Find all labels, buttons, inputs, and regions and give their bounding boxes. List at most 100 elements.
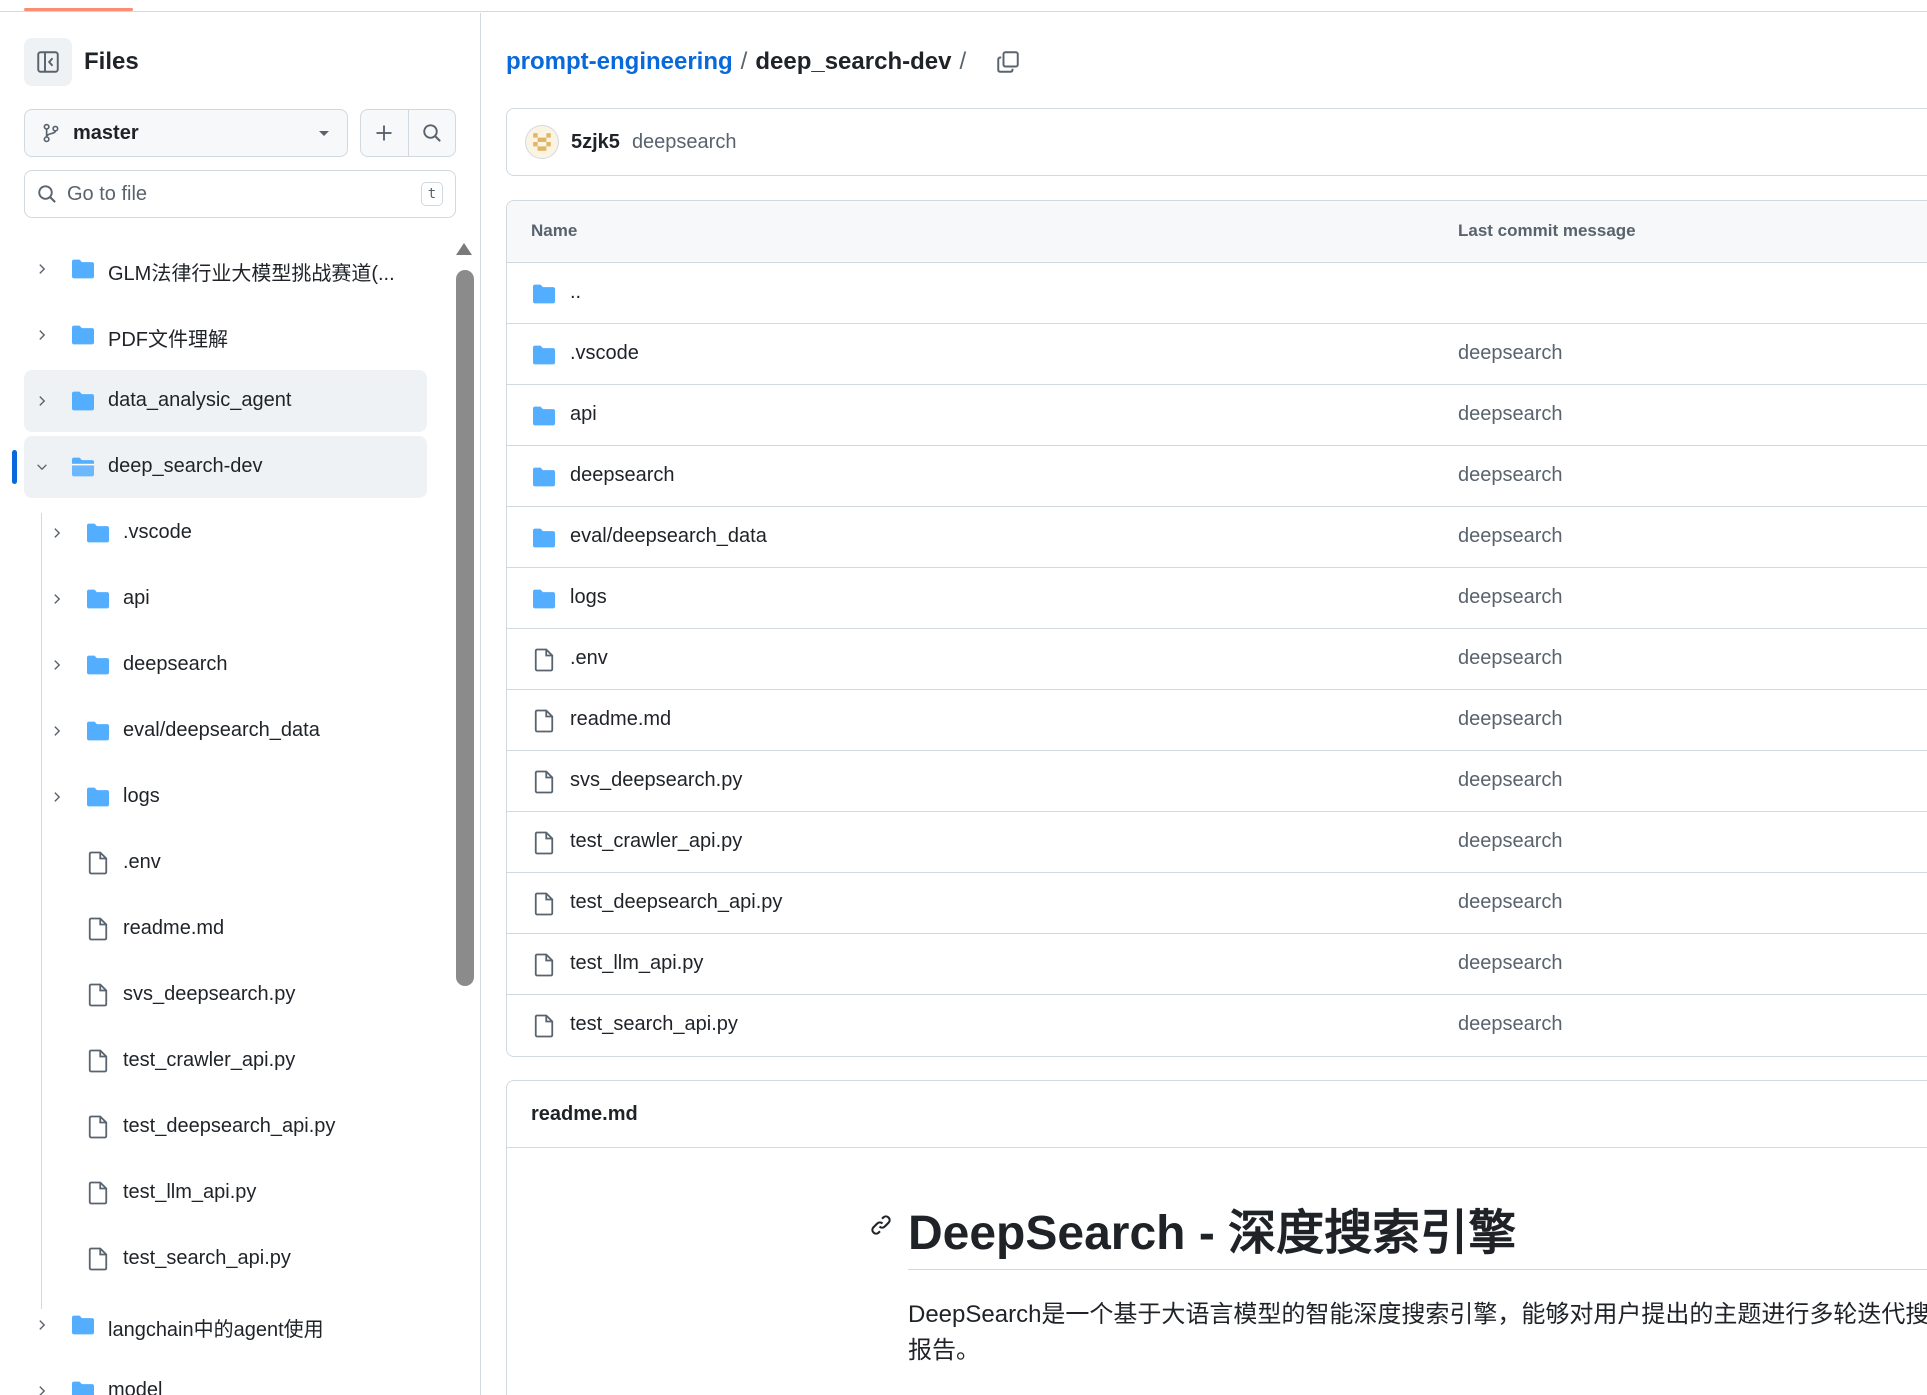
table-row[interactable]: deepsearch deepsearch — [507, 446, 1927, 507]
search-button[interactable] — [409, 110, 456, 156]
chevron-right-icon[interactable] — [34, 1317, 50, 1333]
table-row[interactable]: eval/deepsearch_data deepsearch — [507, 507, 1927, 568]
tree-item[interactable]: langchain中的agent使用 — [0, 1292, 440, 1358]
commit-message-link[interactable]: deepsearch — [1458, 952, 1563, 975]
file-table: Name Last commit message .. .vscode deepse… — [506, 200, 1927, 1057]
branch-selector[interactable]: master — [24, 109, 348, 157]
file-icon — [85, 1247, 111, 1271]
tree-item[interactable]: .env — [0, 830, 440, 896]
tree-item-label: test_llm_api.py — [123, 1181, 257, 1203]
copy-path-button[interactable] — [996, 50, 1020, 74]
tree-item-label: readme.md — [123, 917, 225, 939]
tree-item[interactable]: logs — [0, 764, 440, 830]
commit-message-link[interactable]: deepsearch — [1458, 525, 1563, 548]
file-name-link[interactable]: test_search_api.py — [570, 1013, 738, 1036]
file-name-link[interactable]: test_deepsearch_api.py — [570, 891, 782, 914]
search-icon — [38, 185, 56, 203]
commit-author[interactable]: 5zjk5 — [571, 131, 620, 154]
table-row[interactable]: api deepsearch — [507, 385, 1927, 446]
chevron-right-icon[interactable] — [34, 261, 50, 277]
chevron-down-icon[interactable] — [34, 459, 50, 475]
commit-message-link[interactable]: deepsearch — [1458, 403, 1563, 426]
avatar[interactable] — [525, 125, 559, 159]
tree-item[interactable]: eval/deepsearch_data — [0, 698, 440, 764]
tree-item[interactable]: readme.md — [0, 896, 440, 962]
commit-message-link[interactable]: deepsearch — [1458, 891, 1563, 914]
file-name-link[interactable]: test_crawler_api.py — [570, 830, 742, 853]
chevron-right-icon[interactable] — [49, 591, 65, 607]
table-row[interactable]: test_deepsearch_api.py deepsearch — [507, 873, 1927, 934]
tree-item[interactable]: .vscode — [0, 500, 440, 566]
add-file-button[interactable] — [361, 110, 409, 156]
chevron-right-icon[interactable] — [34, 1383, 50, 1395]
tree-item-label: deep_search-dev — [108, 455, 263, 477]
readme-paragraph: DeepSearch是一个基于大语言模型的智能深度搜索引擎，能够对用户提出的主题… — [908, 1297, 1927, 1369]
go-to-file-input[interactable] — [67, 182, 421, 206]
tree-item[interactable]: test_llm_api.py — [0, 1160, 440, 1226]
tree-item[interactable]: PDF文件理解 — [0, 302, 440, 368]
tree-indent-guide — [41, 513, 42, 1309]
commit-message-link[interactable]: deepsearch — [1458, 830, 1563, 853]
file-name-link[interactable]: deepsearch — [570, 464, 675, 487]
file-name-link[interactable]: test_llm_api.py — [570, 952, 703, 975]
tree-item[interactable]: GLM法律行业大模型挑战赛道(... — [0, 236, 440, 302]
chevron-right-icon[interactable] — [34, 393, 50, 409]
table-row[interactable]: .. — [507, 263, 1927, 324]
chevron-right-icon[interactable] — [49, 525, 65, 541]
table-row[interactable]: test_search_api.py deepsearch — [507, 995, 1927, 1056]
file-name-link[interactable]: .vscode — [570, 342, 639, 365]
commit-message-link[interactable]: deepsearch — [1458, 647, 1563, 670]
tree-item[interactable]: api — [0, 566, 440, 632]
file-name-link[interactable]: readme.md — [570, 708, 671, 731]
tree-item[interactable]: deep_search-dev — [0, 434, 440, 500]
breadcrumb-repo-link[interactable]: prompt-engineering — [506, 48, 733, 76]
commit-message-link[interactable]: deepsearch — [1458, 708, 1563, 731]
table-row[interactable]: svs_deepsearch.py deepsearch — [507, 751, 1927, 812]
tree-item[interactable]: model — [0, 1358, 440, 1395]
chevron-right-icon[interactable] — [49, 723, 65, 739]
commit-message-link[interactable]: deepsearch — [1458, 1013, 1563, 1036]
link-icon — [871, 1215, 891, 1235]
table-row[interactable]: test_llm_api.py deepsearch — [507, 934, 1927, 995]
commit-message-link[interactable]: deepsearch — [1458, 769, 1563, 792]
table-row[interactable]: logs deepsearch — [507, 568, 1927, 629]
readme-header[interactable]: readme.md — [507, 1081, 1927, 1148]
tree-item[interactable]: deepsearch — [0, 632, 440, 698]
scroll-up-arrow[interactable] — [456, 243, 472, 255]
table-row[interactable]: test_crawler_api.py deepsearch — [507, 812, 1927, 873]
tree-item-label: .env — [123, 851, 161, 873]
commit-message-link[interactable]: deepsearch — [1458, 342, 1563, 365]
tree-item[interactable]: test_crawler_api.py — [0, 1028, 440, 1094]
commit-message[interactable]: deepsearch — [632, 131, 737, 154]
link-anchor-icon[interactable] — [869, 1213, 893, 1242]
collapse-sidebar-button[interactable] — [24, 38, 72, 86]
file-name-link[interactable]: .. — [570, 281, 581, 304]
files-header: Files — [24, 37, 139, 87]
file-name-link[interactable]: .env — [570, 647, 608, 670]
chevron-right-icon[interactable] — [34, 327, 50, 343]
tree-item[interactable]: data_analysic_agent — [0, 368, 440, 434]
readme-paragraph-line: DeepSearch是一个基于大语言模型的智能深度搜索引擎，能够对用户提出的主题… — [908, 1301, 1927, 1328]
files-title: Files — [84, 48, 139, 75]
commit-message-link[interactable]: deepsearch — [1458, 586, 1563, 609]
folder-icon — [531, 343, 557, 367]
table-row[interactable]: .env deepsearch — [507, 629, 1927, 690]
file-name-link[interactable]: eval/deepsearch_data — [570, 525, 767, 548]
chevron-right-icon[interactable] — [49, 789, 65, 805]
table-row[interactable]: .vscode deepsearch — [507, 324, 1927, 385]
sidebar-collapse-icon — [37, 51, 59, 73]
tree-item[interactable]: test_search_api.py — [0, 1226, 440, 1292]
top-border — [0, 0, 1927, 12]
file-name-link[interactable]: svs_deepsearch.py — [570, 769, 742, 792]
sidebar-scrollbar-thumb[interactable] — [456, 270, 474, 986]
tree-item[interactable]: svs_deepsearch.py — [0, 962, 440, 1028]
file-name-link[interactable]: api — [570, 403, 597, 426]
folder-icon — [70, 258, 96, 280]
latest-commit-bar: 5zjk5 deepsearch — [506, 108, 1927, 176]
file-actions — [360, 109, 456, 157]
table-row[interactable]: readme.md deepsearch — [507, 690, 1927, 751]
chevron-right-icon[interactable] — [49, 657, 65, 673]
commit-message-link[interactable]: deepsearch — [1458, 464, 1563, 487]
tree-item[interactable]: test_deepsearch_api.py — [0, 1094, 440, 1160]
file-name-link[interactable]: logs — [570, 586, 607, 609]
